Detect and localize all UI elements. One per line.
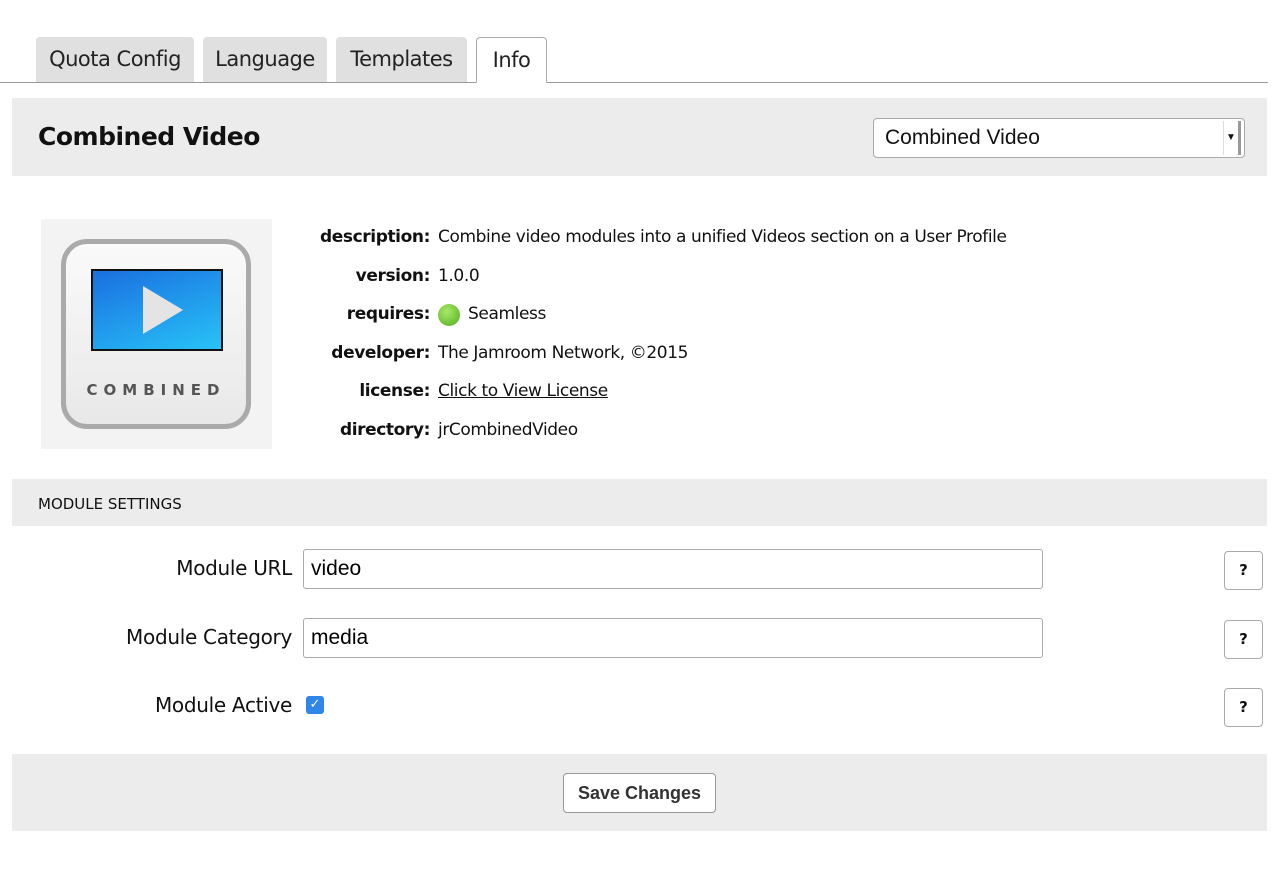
license-link[interactable]: Click to View License [438, 381, 608, 401]
description-label: description: [319, 227, 430, 247]
module-category-input[interactable] [303, 618, 1043, 658]
form-footer: Save Changes [12, 754, 1267, 831]
page-title: Combined Video [38, 122, 260, 151]
tab-templates[interactable]: Templates [336, 37, 467, 82]
status-ok-icon [438, 304, 460, 327]
module-category-row: Module Category ? [0, 618, 1280, 659]
module-active-row: Module Active ✓ ? [0, 686, 1280, 727]
module-category-label: Module Category [126, 625, 292, 649]
directory-label: directory: [339, 419, 430, 440]
tab-quota-config[interactable]: Quota Config [36, 37, 194, 82]
version-value: 1.0.0 [438, 265, 480, 286]
directory-value: jrCombinedVideo [438, 419, 578, 440]
module-url-label: Module URL [176, 556, 292, 580]
chevron-down-icon: ▼ [1223, 121, 1241, 155]
page-header: Combined Video Combined Video ▼ [12, 98, 1267, 176]
module-active-label: Module Active [154, 693, 292, 717]
module-active-checkbox[interactable]: ✓ [306, 696, 324, 714]
logo-caption: COMBINED [86, 381, 226, 399]
save-changes-button[interactable]: Save Changes [563, 773, 716, 813]
description-value: Combine video modules into a unified Vid… [438, 227, 1007, 247]
tab-info[interactable]: Info [476, 37, 547, 83]
checkmark-icon: ✓ [309, 697, 321, 712]
requires-value: Seamless [468, 304, 546, 325]
requires-label: requires: [346, 304, 431, 325]
developer-label: developer: [331, 342, 430, 363]
license-label: license: [359, 381, 430, 402]
section-title: MODULE SETTINGS [12, 479, 1267, 526]
module-select[interactable]: Combined Video ▼ [873, 118, 1245, 158]
help-button[interactable]: ? [1224, 688, 1263, 727]
module-logo: COMBINED [41, 219, 272, 449]
help-button[interactable]: ? [1224, 551, 1263, 590]
module-select-value: Combined Video [885, 126, 1040, 149]
video-play-icon [91, 269, 223, 351]
module-url-input[interactable] [303, 549, 1043, 589]
tab-bar: Quota Config Language Templates Info [0, 37, 1268, 83]
developer-value: The Jamroom Network, ©2015 [438, 342, 689, 363]
module-url-row: Module URL ? [0, 549, 1280, 590]
help-button[interactable]: ? [1224, 620, 1263, 659]
module-info: description: Combine video modules into a… [300, 227, 1007, 459]
tab-language[interactable]: Language [203, 37, 327, 82]
version-label: version: [355, 265, 431, 286]
